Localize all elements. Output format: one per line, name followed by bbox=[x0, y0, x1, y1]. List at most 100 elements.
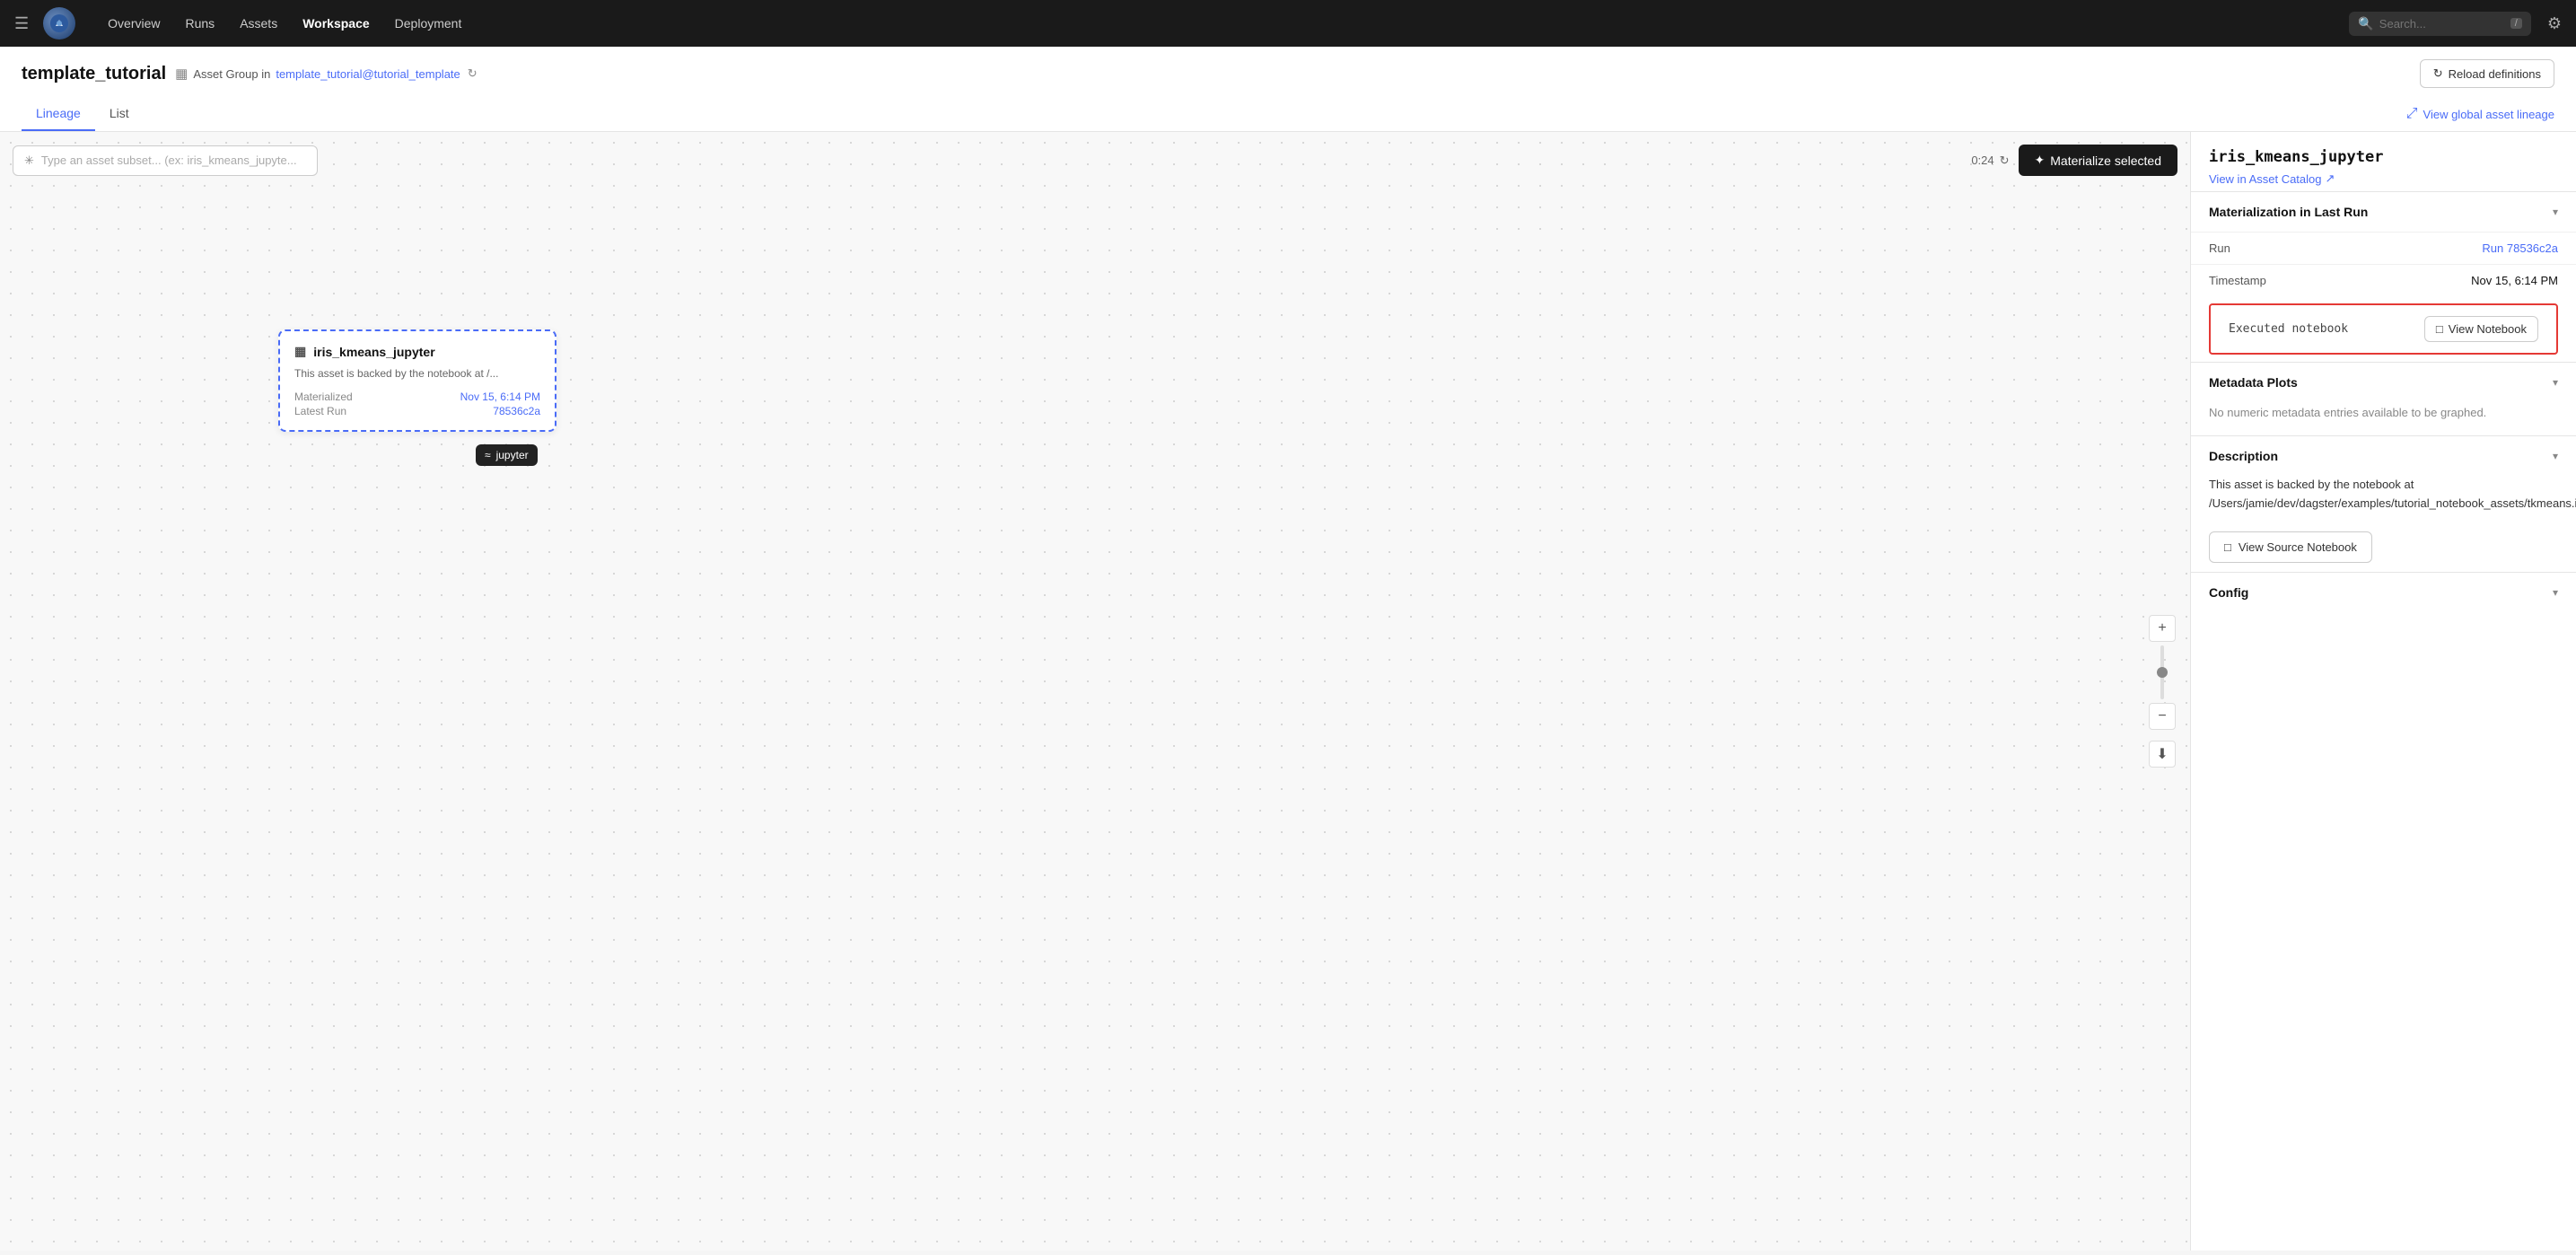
source-notebook-icon: □ bbox=[2224, 540, 2231, 554]
jupyter-badge-icon: ≈ bbox=[485, 449, 491, 461]
asset-node-title: ▦ iris_kmeans_jupyter bbox=[294, 344, 540, 359]
timestamp-value: Nov 15, 6:14 PM bbox=[2471, 274, 2558, 287]
main-layout: ✳ Type an asset subset... (ex: iris_kmea… bbox=[0, 132, 2576, 1251]
asset-subset-input-container[interactable]: ✳ Type an asset subset... (ex: iris_kmea… bbox=[13, 145, 318, 176]
tab-lineage[interactable]: Lineage bbox=[22, 97, 95, 131]
view-in-asset-catalog-link[interactable]: View in Asset Catalog ↗ bbox=[2209, 171, 2558, 186]
breadcrumb-refresh-icon[interactable]: ↻ bbox=[468, 66, 478, 81]
page-title: template_tutorial bbox=[22, 64, 166, 84]
metadata-plots-chevron: ▾ bbox=[2553, 376, 2558, 389]
zoom-controls: + − ⬇ bbox=[2149, 615, 2176, 768]
metadata-plots-empty-text: No numeric metadata entries available to… bbox=[2209, 402, 2558, 423]
materialization-section: Materialization in Last Run ▾ Run Run 78… bbox=[2191, 191, 2576, 355]
view-source-notebook-button[interactable]: □ View Source Notebook bbox=[2209, 531, 2372, 563]
search-input[interactable] bbox=[2379, 17, 2505, 31]
zoom-slider-track[interactable] bbox=[2160, 645, 2164, 699]
run-info-row: Run Run 78536c2a bbox=[2191, 232, 2576, 264]
view-catalog-icon: ↗ bbox=[2326, 171, 2335, 186]
global-asset-lineage-link[interactable]: ⤢ View global asset lineage bbox=[2406, 99, 2554, 129]
nav-overview[interactable]: Overview bbox=[97, 11, 171, 36]
asset-group-icon: ▦ bbox=[175, 66, 188, 82]
materialize-btn-label: Materialize selected bbox=[2050, 154, 2161, 168]
nav-workspace[interactable]: Workspace bbox=[292, 11, 380, 36]
zoom-out-button[interactable]: − bbox=[2149, 703, 2176, 730]
download-button[interactable]: ⬇ bbox=[2149, 741, 2176, 768]
asset-node-meta: Materialized Nov 15, 6:14 PM Latest Run … bbox=[294, 391, 540, 417]
search-bar[interactable]: 🔍 / bbox=[2349, 12, 2531, 36]
latest-run-label: Latest Run bbox=[294, 405, 403, 417]
source-notebook-label: View Source Notebook bbox=[2239, 540, 2357, 554]
asset-node-name: iris_kmeans_jupyter bbox=[313, 345, 434, 359]
latest-run-value: 78536c2a bbox=[410, 405, 540, 417]
view-catalog-label: View in Asset Catalog bbox=[2209, 172, 2322, 186]
settings-icon[interactable]: ⚙ bbox=[2547, 14, 2562, 33]
search-shortcut-badge: / bbox=[2510, 18, 2522, 29]
timer-value: 0:24 bbox=[1971, 154, 1993, 167]
global-lineage-icon: ⤢ bbox=[2406, 106, 2418, 122]
view-notebook-label: View Notebook bbox=[2449, 322, 2527, 336]
description-title: Description bbox=[2209, 449, 2278, 463]
asset-node-description: This asset is backed by the notebook at … bbox=[294, 366, 540, 382]
tab-list[interactable]: List bbox=[95, 97, 144, 131]
tabs-row: Lineage List ⤢ View global asset lineage bbox=[22, 97, 2554, 131]
description-section-header[interactable]: Description ▾ bbox=[2191, 436, 2576, 476]
materialization-section-title: Materialization in Last Run bbox=[2209, 205, 2368, 219]
view-notebook-button[interactable]: □ View Notebook bbox=[2424, 316, 2538, 342]
reload-btn-label: Reload definitions bbox=[2449, 67, 2541, 81]
zoom-slider-thumb[interactable] bbox=[2157, 667, 2168, 678]
topnav: ☰ Overview Runs Assets Workspace Deploym… bbox=[0, 0, 2576, 47]
breadcrumb: ▦ Asset Group in template_tutorial@tutor… bbox=[175, 66, 478, 82]
nav-runs[interactable]: Runs bbox=[175, 11, 226, 36]
asset-subset-placeholder: Type an asset subset... (ex: iris_kmeans… bbox=[41, 154, 297, 167]
jupyter-badge: ≈ jupyter bbox=[476, 444, 538, 466]
timer-refresh-icon[interactable]: ↻ bbox=[2000, 154, 2010, 168]
title-row: template_tutorial ▦ Asset Group in templ… bbox=[22, 64, 478, 84]
jupyter-badge-label: jupyter bbox=[496, 449, 529, 461]
nav-assets[interactable]: Assets bbox=[229, 11, 288, 36]
canvas-area: ✳ Type an asset subset... (ex: iris_kmea… bbox=[0, 132, 2190, 1251]
canvas-timer: 0:24 ↻ bbox=[1971, 154, 2009, 168]
executed-notebook-label: Executed notebook bbox=[2229, 322, 2348, 336]
config-section-header[interactable]: Config ▾ bbox=[2191, 572, 2576, 612]
materialization-chevron: ▾ bbox=[2553, 206, 2558, 218]
asset-node-iris-kmeans-jupyter[interactable]: ▦ iris_kmeans_jupyter This asset is back… bbox=[278, 329, 556, 432]
metadata-plots-body: No numeric metadata entries available to… bbox=[2191, 402, 2576, 435]
timestamp-label: Timestamp bbox=[2209, 274, 2266, 287]
logo[interactable] bbox=[43, 7, 75, 39]
tabs: Lineage List bbox=[22, 97, 144, 131]
sparkle-icon: ✳ bbox=[24, 154, 34, 168]
materialize-icon: ✦ bbox=[2035, 153, 2046, 168]
description-chevron: ▾ bbox=[2553, 450, 2558, 462]
header-top: template_tutorial ▦ Asset Group in templ… bbox=[22, 59, 2554, 97]
notebook-icon: □ bbox=[2436, 322, 2443, 336]
zoom-in-button[interactable]: + bbox=[2149, 615, 2176, 642]
reload-icon: ↻ bbox=[2433, 66, 2443, 81]
description-section: Description ▾ This asset is backed by th… bbox=[2191, 435, 2576, 526]
hamburger-icon[interactable]: ☰ bbox=[14, 14, 29, 33]
run-label: Run bbox=[2209, 241, 2230, 255]
metadata-plots-section: Metadata Plots ▾ No numeric metadata ent… bbox=[2191, 362, 2576, 435]
right-panel: iris_kmeans_jupyter View in Asset Catalo… bbox=[2190, 132, 2576, 1251]
description-body: This asset is backed by the notebook at … bbox=[2191, 476, 2576, 526]
global-lineage-label: View global asset lineage bbox=[2423, 108, 2554, 121]
materialized-label: Materialized bbox=[294, 391, 403, 403]
config-chevron: ▾ bbox=[2553, 586, 2558, 599]
reload-definitions-button[interactable]: ↻ Reload definitions bbox=[2420, 59, 2554, 88]
nav-links: Overview Runs Assets Workspace Deploymen… bbox=[97, 11, 2342, 36]
run-value-link[interactable]: Run 78536c2a bbox=[2482, 241, 2558, 255]
page-header: template_tutorial ▦ Asset Group in templ… bbox=[0, 47, 2576, 132]
materialization-section-header[interactable]: Materialization in Last Run ▾ bbox=[2191, 192, 2576, 232]
config-title: Config bbox=[2209, 585, 2248, 600]
executed-notebook-row: Executed notebook □ View Notebook bbox=[2209, 303, 2558, 355]
search-icon: 🔍 bbox=[2358, 16, 2373, 31]
breadcrumb-link[interactable]: template_tutorial@tutorial_template bbox=[276, 67, 460, 81]
nav-deployment[interactable]: Deployment bbox=[384, 11, 473, 36]
canvas-toolbar: ✳ Type an asset subset... (ex: iris_kmea… bbox=[13, 145, 2177, 176]
asset-node-grid-icon: ▦ bbox=[294, 344, 306, 359]
metadata-plots-section-header[interactable]: Metadata Plots ▾ bbox=[2191, 363, 2576, 402]
panel-asset-name: iris_kmeans_jupyter bbox=[2209, 148, 2558, 166]
panel-header: iris_kmeans_jupyter View in Asset Catalo… bbox=[2191, 132, 2576, 191]
metadata-plots-title: Metadata Plots bbox=[2209, 375, 2298, 390]
materialize-selected-button[interactable]: ✦ Materialize selected bbox=[2019, 145, 2177, 176]
materialized-value: Nov 15, 6:14 PM bbox=[410, 391, 540, 403]
